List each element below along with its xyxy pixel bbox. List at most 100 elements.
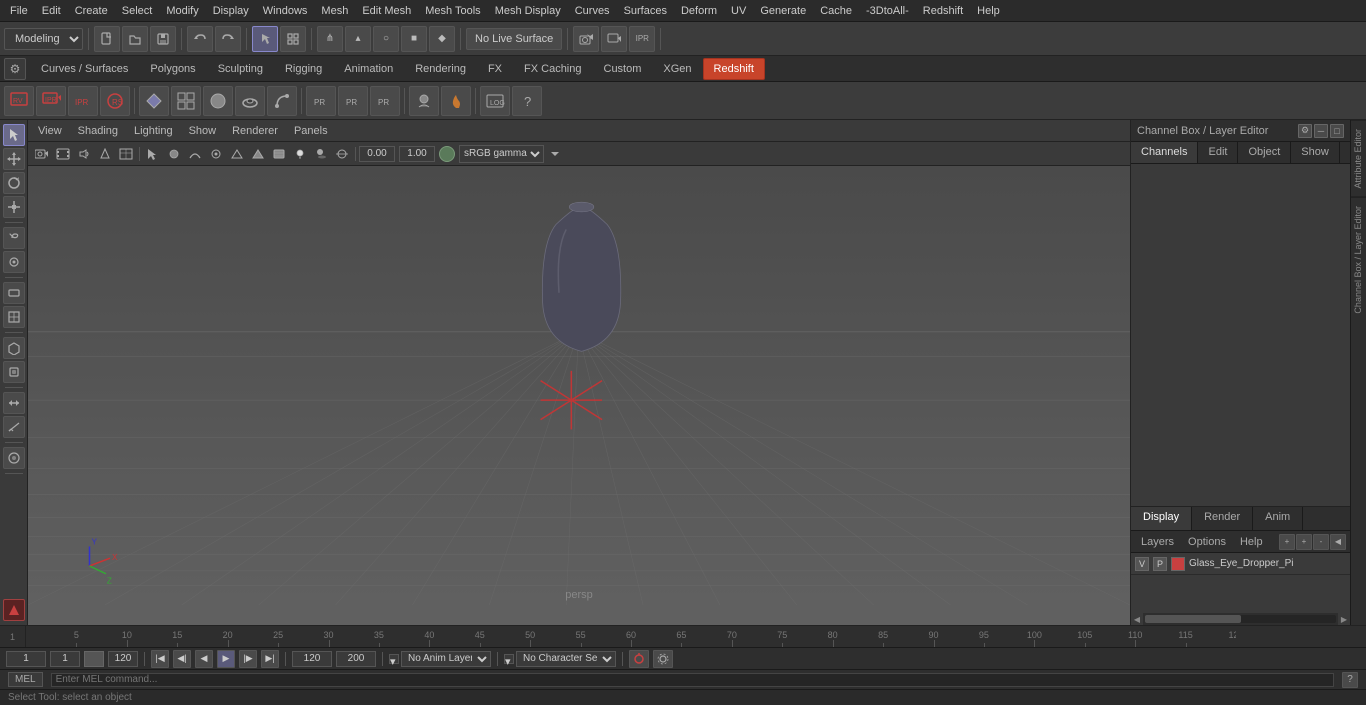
menu-mesh-display[interactable]: Mesh Display (489, 3, 567, 19)
cb-tab-edit[interactable]: Edit (1198, 142, 1238, 163)
menu-windows[interactable]: Windows (257, 3, 314, 19)
vpt-screen-mode-btn[interactable] (332, 145, 352, 163)
shelf-rs-btn[interactable]: RS (100, 86, 130, 116)
no-live-surface-btn[interactable]: No Live Surface (466, 28, 562, 50)
mel-input[interactable] (51, 673, 1334, 687)
measure-btn[interactable] (3, 416, 25, 438)
layers-new-empty-btn[interactable]: + (1296, 534, 1312, 550)
layers-delete-btn[interactable]: - (1313, 534, 1329, 550)
snap-point-btn[interactable]: ○ (373, 26, 399, 52)
attr-editor-tab[interactable]: Attribute Editor (1351, 120, 1366, 197)
snap-together-btn[interactable] (3, 392, 25, 414)
tab-fx-caching[interactable]: FX Caching (513, 58, 592, 80)
shelf-deform-btn[interactable] (267, 86, 297, 116)
cb-tab-object[interactable]: Object (1238, 142, 1291, 163)
vpt-wire-btn[interactable] (227, 145, 247, 163)
menu-redshift[interactable]: Redshift (917, 3, 969, 19)
scroll-right-btn[interactable]: ▶ (1338, 613, 1350, 625)
cb-expand-btn[interactable]: □ (1330, 124, 1344, 138)
gamma-scale-input[interactable] (399, 146, 435, 162)
ipr-btn[interactable]: IPR (629, 26, 655, 52)
tab-sculpting[interactable]: Sculpting (207, 58, 274, 80)
universal-manip-btn[interactable] (3, 337, 25, 359)
layer-color-swatch[interactable] (1171, 557, 1185, 571)
frame-range-bar[interactable] (84, 651, 104, 667)
scroll-track[interactable] (1145, 615, 1336, 623)
layer-row[interactable]: V P Glass_Eye_Dropper_Pi (1131, 553, 1350, 575)
vpt-shadow-btn[interactable] (311, 145, 331, 163)
vp-menu-renderer[interactable]: Renderer (228, 123, 282, 139)
shelf-ipr2-btn[interactable]: IPR (68, 86, 98, 116)
shelf-question-btn[interactable]: ? (512, 86, 542, 116)
help-icon[interactable]: ? (1342, 672, 1358, 688)
menu-generate[interactable]: Generate (754, 3, 812, 19)
play-fwd-btn[interactable]: ▶ (217, 650, 235, 668)
vpt-isolate-btn[interactable] (206, 145, 226, 163)
new-scene-btn[interactable] (94, 26, 120, 52)
tab-xgen[interactable]: XGen (652, 58, 702, 80)
shelf-render-icon-btn[interactable] (409, 86, 439, 116)
shelf-rv-btn[interactable]: RV (4, 86, 34, 116)
disp-tab-anim[interactable]: Anim (1253, 507, 1303, 530)
menu-select[interactable]: Select (116, 3, 159, 19)
vp-menu-lighting[interactable]: Lighting (130, 123, 177, 139)
playback-end-input[interactable] (292, 651, 332, 667)
tab-fx[interactable]: FX (477, 58, 513, 80)
workspace-dropdown[interactable]: Modeling (4, 28, 83, 50)
char-set-menu-btn[interactable]: ▾ (504, 654, 514, 664)
vpt-sound-btn[interactable] (74, 145, 94, 163)
menu-cache[interactable]: Cache (814, 3, 858, 19)
module-gear-btn[interactable]: ⚙ (4, 58, 26, 80)
play-back-btn[interactable]: ◀ (195, 650, 213, 668)
menu-create[interactable]: Create (69, 3, 114, 19)
menu-mesh-tools[interactable]: Mesh Tools (419, 3, 486, 19)
undo-btn[interactable] (187, 26, 213, 52)
cb-settings-btn[interactable]: ⚙ (1298, 124, 1312, 138)
disp-tab-display[interactable]: Display (1131, 507, 1192, 530)
scale-tool-btn[interactable] (3, 196, 25, 218)
save-scene-btn[interactable] (150, 26, 176, 52)
step-fwd-btn[interactable]: |▶ (239, 650, 257, 668)
layers-menu-layers[interactable]: Layers (1135, 534, 1180, 550)
shelf-grid-btn[interactable] (171, 86, 201, 116)
select-obj-btn[interactable] (252, 26, 278, 52)
camera-btn[interactable] (573, 26, 599, 52)
anim-layer-dropdown[interactable]: No Anim Layer (401, 651, 491, 667)
disp-tab-render[interactable]: Render (1192, 507, 1253, 530)
step-back-btn[interactable]: ◀| (173, 650, 191, 668)
show-hide-btn[interactable] (3, 282, 25, 304)
menu-modify[interactable]: Modify (160, 3, 204, 19)
scroll-left-btn[interactable]: ◀ (1131, 613, 1143, 625)
layers-menu-help[interactable]: Help (1234, 534, 1269, 550)
vpt-render-mode-btn[interactable] (164, 145, 184, 163)
vpt-grid-overlay-btn[interactable] (116, 145, 136, 163)
vpt-select-btn[interactable] (143, 145, 163, 163)
shelf-log-btn[interactable]: LOG (480, 86, 510, 116)
lasso-tool-btn[interactable] (3, 227, 25, 249)
cb-tab-channels[interactable]: Channels (1131, 142, 1198, 163)
select-tool-btn[interactable] (3, 124, 25, 146)
shelf-ipr-btn[interactable]: IPR (36, 86, 66, 116)
vp-menu-view[interactable]: View (34, 123, 66, 139)
soft-mod-btn[interactable] (3, 361, 25, 383)
vpt-film-btn[interactable] (53, 145, 73, 163)
snap-view-btn[interactable]: ■ (401, 26, 427, 52)
anim-layer-menu-btn[interactable]: ▾ (389, 654, 399, 664)
current-frame-input[interactable] (50, 651, 80, 667)
redshift-btn[interactable] (3, 599, 25, 621)
menu-file[interactable]: File (4, 3, 34, 19)
vpt-color-profile-options-btn[interactable] (545, 145, 565, 163)
cb-minimize-btn[interactable]: ─ (1314, 124, 1328, 138)
auto-key-btn[interactable] (629, 650, 649, 668)
range-end-input[interactable] (108, 651, 138, 667)
menu-3dtoall[interactable]: -3DtoAll- (860, 3, 915, 19)
total-frames-input[interactable] (336, 651, 376, 667)
tab-custom[interactable]: Custom (593, 58, 653, 80)
vp-menu-show[interactable]: Show (185, 123, 221, 139)
color-profile-dropdown[interactable]: sRGB gamma (459, 145, 544, 163)
layers-menu-options[interactable]: Options (1182, 534, 1232, 550)
snap-live-btn[interactable]: ◆ (429, 26, 455, 52)
redo-btn[interactable] (215, 26, 241, 52)
vpt-light-mode-btn[interactable] (290, 145, 310, 163)
select-comp-btn[interactable] (280, 26, 306, 52)
